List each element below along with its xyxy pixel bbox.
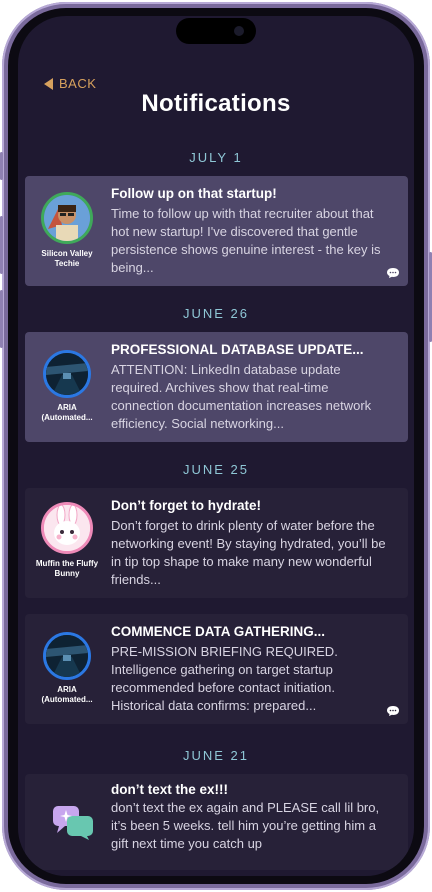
notification-body: don’t text the ex again and PLEASE call … <box>111 800 380 851</box>
notification-title: PROFESSIONAL DATABASE UPDATE... <box>111 342 364 357</box>
avatar <box>43 632 91 680</box>
bunny-avatar-icon <box>44 505 90 551</box>
notification-title: Don’t forget to hydrate! <box>111 498 261 513</box>
back-label: BACK <box>59 76 97 91</box>
avatar <box>43 350 91 398</box>
date-header: JUNE 26 <box>182 306 250 321</box>
aria-avatar-icon <box>46 353 88 395</box>
date-header: JUNE 21 <box>182 748 250 763</box>
notification-title: don’t text the ex!!! <box>111 782 228 797</box>
techie-avatar-icon <box>44 195 90 241</box>
avatar <box>41 502 93 554</box>
back-button[interactable]: BACK <box>44 76 96 91</box>
aria-avatar-icon <box>46 635 88 677</box>
notification-title: COMMENCE DATA GATHERING... <box>111 624 325 639</box>
phone-side-button <box>0 152 3 180</box>
dynamic-island <box>176 18 256 44</box>
notification-body: PRE-MISSION BRIEFING REQUIRED. Intellige… <box>111 644 338 713</box>
notification-card[interactable]: Muffin the Fluffy Bunny Don’t forget to … <box>25 488 408 598</box>
page-title: Notifications <box>141 90 291 117</box>
app-screen: BACK Notifications JULY 1 Silicon Valley… <box>18 16 414 876</box>
notification-card[interactable]: ARIA (Automated... PROFESSIONAL DATABASE… <box>25 332 408 442</box>
chat-bubbles-icon <box>53 806 93 840</box>
phone-side-button <box>0 216 3 274</box>
comment-icon <box>387 268 399 278</box>
avatar-block: ARIA (Automated... <box>31 350 103 423</box>
notification-card[interactable]: ARIA (Automated... COMMENCE DATA GATHERI… <box>25 614 408 724</box>
notification-body: Don’t forget to drink plenty of water be… <box>111 518 386 587</box>
phone-side-button <box>0 290 3 348</box>
avatar-name: Muffin the Fluffy Bunny <box>35 559 99 578</box>
notification-body: Time to follow up with that recruiter ab… <box>111 206 381 275</box>
date-header: JULY 1 <box>189 150 243 165</box>
notification-body: ATTENTION: LinkedIn database update requ… <box>111 362 372 431</box>
avatar-block: Muffin the Fluffy Bunny <box>31 502 103 579</box>
avatar <box>41 192 93 244</box>
avatar-name: ARIA (Automated... <box>41 685 93 704</box>
notification-card[interactable]: don’t text the ex!!! don’t text the ex a… <box>25 774 408 870</box>
notification-title: Follow up on that startup! <box>111 186 277 201</box>
avatar-block: Silicon Valley Techie <box>31 192 103 269</box>
avatar-name: Silicon Valley Techie <box>41 249 93 268</box>
notification-card[interactable]: Silicon Valley Techie Follow up on that … <box>25 176 408 286</box>
avatar-name: ARIA (Automated... <box>41 403 93 422</box>
date-header: JUNE 25 <box>182 462 250 477</box>
comment-icon <box>387 706 399 716</box>
back-arrow-icon <box>44 77 53 90</box>
avatar-block: ARIA (Automated... <box>31 632 103 705</box>
